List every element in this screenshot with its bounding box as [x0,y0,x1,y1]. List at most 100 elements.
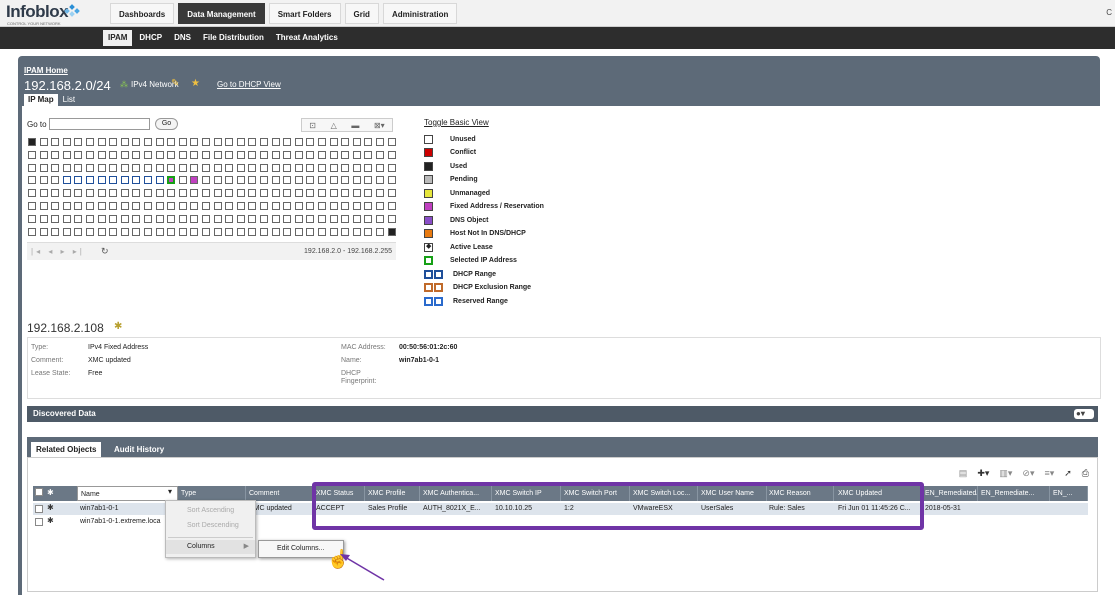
tab-smart-folders[interactable]: Smart Folders [268,3,341,24]
ip-cell[interactable] [51,150,60,159]
ip-cell[interactable] [248,202,257,210]
lock-icon[interactable]: ⊡ [309,121,316,130]
subtab-ipam[interactable]: IPAM [103,30,133,46]
ip-cell[interactable] [155,163,164,172]
ip-cell[interactable] [167,202,176,210]
tab-list[interactable]: List [59,94,79,106]
tab-grid[interactable]: Grid [344,3,379,24]
ip-cell[interactable] [120,214,129,223]
add-icon[interactable]: ✚▾ [977,468,989,482]
ip-cell[interactable] [97,214,106,223]
ip-cell[interactable] [39,189,48,198]
ip-cell[interactable] [86,176,94,185]
ip-cell[interactable] [62,202,71,210]
column-header[interactable]: EN_... [1050,486,1088,501]
ip-cell[interactable] [294,202,303,210]
ip-cell[interactable] [318,214,326,223]
ip-cell[interactable] [352,176,361,185]
ip-cell[interactable] [97,227,106,236]
ip-cell[interactable] [132,163,141,172]
ip-cell[interactable] [225,163,234,172]
ip-cell[interactable] [202,189,210,198]
ip-cell[interactable] [341,189,350,198]
ip-cell[interactable] [271,163,280,172]
menu-sort-descending[interactable]: Sort Descending [166,519,255,533]
ip-cell[interactable] [352,227,361,236]
ip-cell[interactable] [28,189,36,198]
ip-cell[interactable] [39,150,48,159]
ip-cell[interactable] [120,227,129,236]
ip-cell[interactable] [213,189,222,198]
column-header[interactable]: EN_Remediate... [978,486,1050,501]
ip-cell[interactable] [387,227,396,236]
ip-cell[interactable] [387,214,396,223]
refresh-icon[interactable]: ↻ [101,246,109,257]
ip-cell[interactable] [51,176,60,185]
ip-cell[interactable] [132,150,141,159]
ip-cell[interactable] [51,163,60,172]
ip-cell[interactable] [248,214,257,223]
ip-cell[interactable] [51,138,60,146]
ip-cell[interactable] [364,214,373,223]
ip-cell[interactable] [155,150,164,159]
subtab-dns[interactable]: DNS [169,30,196,46]
ip-cell[interactable] [329,202,338,210]
ip-cell[interactable] [329,163,338,172]
ip-cell[interactable] [352,202,361,210]
column-header[interactable]: EN_RemediatedAt [922,486,978,501]
ip-cell[interactable] [167,214,176,223]
ip-cell[interactable] [341,176,350,185]
ip-cell[interactable] [144,227,152,236]
ip-cell[interactable] [225,189,234,198]
ip-cell[interactable] [155,227,164,236]
ip-cell[interactable] [248,227,257,236]
ip-cell[interactable] [62,163,71,172]
ip-cell[interactable] [225,138,234,146]
ip-cell[interactable] [306,176,315,185]
ip-cell[interactable] [352,163,361,172]
ip-cell[interactable] [271,176,280,185]
ip-cell[interactable] [318,202,326,210]
ip-cell[interactable] [74,189,83,198]
ip-cell[interactable] [387,202,396,210]
ip-cell[interactable] [248,138,257,146]
gear-icon[interactable]: ✱ [47,516,54,525]
ip-cell[interactable] [236,163,245,172]
document-icon[interactable]: ▤ [959,468,968,482]
ip-cell[interactable] [306,138,315,146]
ip-cell[interactable] [86,202,94,210]
edit-pencil-icon[interactable]: ✎ [171,78,179,89]
gear-icon[interactable]: ✱ [47,503,54,512]
gear-icon[interactable]: ✱ [47,488,54,497]
ip-cell[interactable] [202,163,210,172]
ip-cell[interactable] [178,163,187,172]
ip-cell[interactable] [74,138,83,146]
ip-cell[interactable] [248,163,257,172]
ip-cell[interactable] [260,138,268,146]
ip-cell[interactable] [190,163,199,172]
discovered-data-header[interactable]: Discovered Data [27,406,1098,422]
breadcrumb-ipam-home[interactable]: IPAM Home [24,66,68,75]
ip-cell[interactable] [39,227,48,236]
ip-cell[interactable] [28,202,36,210]
ip-cell[interactable] [155,202,164,210]
ip-cell[interactable] [236,189,245,198]
tab-administration[interactable]: Administration [382,3,458,24]
column-header[interactable]: Name [77,486,178,501]
ip-cell[interactable] [364,176,373,185]
ip-cell[interactable] [376,202,384,210]
ip-cell[interactable] [236,176,245,185]
tab-related-objects[interactable]: Related Objects [31,442,102,457]
ip-cell[interactable] [86,163,94,172]
ip-cell[interactable] [329,227,338,236]
ip-cell[interactable] [178,176,187,185]
ip-cell[interactable] [364,138,373,146]
ip-cell[interactable] [132,227,141,236]
tab-audit-history[interactable]: Audit History [109,442,169,457]
ip-cell[interactable] [155,138,164,146]
warning-icon[interactable]: △ [331,121,337,130]
ip-cell[interactable] [294,176,303,185]
ip-cell[interactable] [144,150,152,159]
shortcut-icon[interactable]: ➚ [1064,468,1072,482]
ip-cell[interactable] [376,214,384,223]
